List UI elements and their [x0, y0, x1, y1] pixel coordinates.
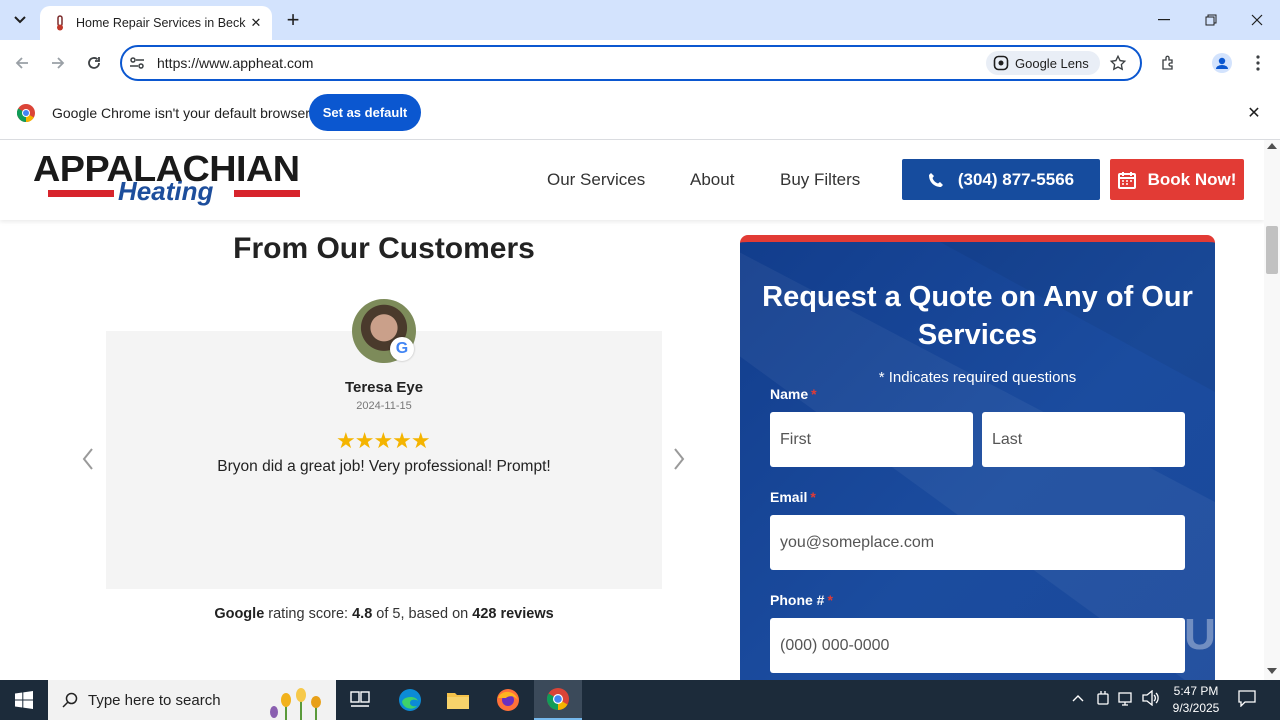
reload-icon[interactable] — [82, 51, 106, 75]
google-g-icon: G — [390, 337, 414, 361]
notification-icon[interactable] — [1238, 689, 1256, 710]
logo-heating[interactable]: Heating — [118, 176, 213, 207]
menu-kebab-icon[interactable] — [1246, 51, 1270, 75]
thermometer-icon — [52, 15, 68, 31]
logo-stripe-right — [234, 190, 300, 197]
minimize-icon[interactable] — [1141, 0, 1187, 40]
name-label-text: Name — [770, 386, 809, 402]
forward-icon[interactable] — [46, 51, 70, 75]
chrome-logo-icon — [16, 104, 35, 122]
phone-label: Phone # * — [770, 592, 833, 608]
search-icon — [62, 692, 78, 708]
rating-score: 4.8 — [352, 606, 373, 622]
email-label-text: Email — [770, 489, 808, 505]
rating-of: of 5, based on — [372, 606, 473, 622]
tab-title: Home Repair Services in Beckle — [76, 16, 246, 30]
required-asterisk: * — [810, 489, 816, 505]
required-note: * Indicates required questions — [878, 369, 1077, 386]
tab-close-icon[interactable]: ✕ — [248, 15, 264, 31]
new-tab-button[interactable]: + — [282, 8, 304, 32]
tab-search-button[interactable] — [8, 8, 32, 32]
scrollbar-thumb[interactable] — [1266, 226, 1278, 274]
taskbar-search-box[interactable]: Type here to search — [48, 680, 336, 720]
review-date: 2024-11-15 — [356, 400, 412, 412]
set-as-default-button[interactable]: Set as default — [309, 94, 421, 131]
taskbar-search-placeholder: Type here to search — [88, 691, 221, 709]
scroll-down-arrow-icon[interactable] — [1267, 668, 1277, 674]
last-name-field[interactable]: Last — [982, 412, 1185, 467]
infobar-message: Google Chrome isn't your default browser — [52, 105, 310, 121]
google-lens-label: Google Lens — [1015, 55, 1089, 71]
google-rating-summary: Google rating score: 4.8 of 5, based on … — [0, 606, 768, 622]
section-title: From Our Customers — [233, 232, 535, 265]
email-field[interactable]: you@someplace.com — [770, 515, 1185, 570]
book-now-button[interactable]: Book Now! — [1110, 159, 1244, 200]
book-now-label: Book Now! — [1147, 169, 1237, 189]
chrome-taskbar-icon[interactable] — [534, 680, 582, 720]
network-icon[interactable] — [1118, 690, 1136, 709]
tray-chevron-up-icon[interactable] — [1072, 690, 1084, 705]
site-info-icon[interactable] — [128, 54, 146, 72]
extensions-icon[interactable] — [1157, 51, 1181, 75]
web-page: APPALACHIAN Heating Our Services About B… — [0, 140, 1264, 680]
phone-label-text: Phone # — [770, 592, 825, 608]
scroll-up-arrow-icon[interactable] — [1267, 143, 1277, 149]
required-asterisk: * — [827, 592, 833, 608]
page-scrollbar[interactable] — [1264, 140, 1280, 680]
restore-icon[interactable] — [1188, 0, 1234, 40]
rating-prefix: rating score: — [264, 606, 353, 622]
rating-source: Google — [214, 606, 265, 622]
google-lens-button[interactable]: Google Lens — [986, 51, 1100, 75]
rating-count: 428 reviews — [472, 606, 554, 622]
volume-icon[interactable] — [1142, 689, 1160, 709]
back-icon[interactable] — [10, 51, 34, 75]
clock-date: 9/3/2025 — [1172, 701, 1220, 715]
quote-form-title: Request a Quote on Any of Our Services — [762, 281, 1193, 351]
phone-number: (304) 877-5566 — [957, 169, 1075, 189]
required-asterisk: * — [811, 386, 817, 402]
infobar-close-icon[interactable]: ✕ — [1245, 104, 1263, 122]
tray-device-icon[interactable] — [1096, 690, 1110, 709]
chevron-down-icon — [14, 16, 26, 24]
nav-our-services[interactable]: Our Services — [547, 170, 645, 190]
review-text: Bryon did a great job! Very professional… — [217, 458, 551, 475]
phone-button[interactable]: (304) 877-5566 — [902, 159, 1100, 200]
url-text[interactable]: https://www.appheat.com — [157, 55, 313, 71]
task-view-icon[interactable] — [336, 680, 384, 720]
file-explorer-icon[interactable] — [434, 680, 482, 720]
site-header: APPALACHIAN Heating Our Services About B… — [0, 140, 1264, 220]
profile-avatar-icon[interactable] — [1210, 51, 1234, 75]
edge-browser-icon[interactable] — [386, 680, 434, 720]
logo-stripe-left — [48, 190, 114, 197]
carousel-prev-icon[interactable] — [78, 444, 98, 474]
star-rating-icon: ★★★★★ — [336, 428, 431, 453]
reviewer-name: Teresa Eye — [344, 379, 424, 396]
lens-icon — [993, 55, 1009, 71]
close-window-icon[interactable] — [1234, 0, 1280, 40]
email-label: Email * — [770, 489, 816, 505]
name-label: Name * — [770, 386, 817, 402]
carousel-next-icon[interactable] — [669, 444, 689, 474]
anyrun-watermark: ANY RUN — [1038, 610, 1252, 659]
taskbar-clock[interactable]: 5:47 PM 9/3/2025 — [1168, 683, 1224, 717]
clock-time: 5:47 PM — [1173, 684, 1219, 698]
tulips-decoration-icon — [270, 688, 321, 720]
phone-icon — [928, 172, 943, 187]
browser-tab[interactable]: Home Repair Services in Beckle ✕ — [40, 6, 272, 40]
calendar-icon — [1117, 171, 1136, 189]
bookmark-star-icon[interactable] — [1106, 51, 1130, 75]
windows-start-icon[interactable] — [0, 680, 48, 720]
nav-buy-filters[interactable]: Buy Filters — [780, 170, 860, 190]
firefox-icon[interactable] — [484, 680, 532, 720]
first-name-field[interactable]: First — [770, 412, 973, 467]
nav-about[interactable]: About — [690, 170, 734, 190]
